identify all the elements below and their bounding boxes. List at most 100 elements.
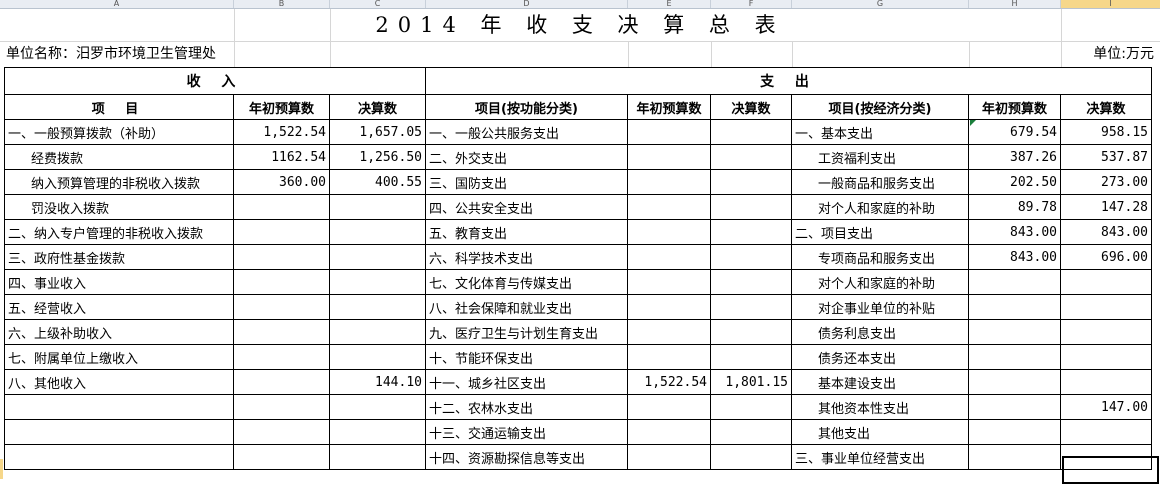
column-header-g[interactable]: G — [792, 0, 969, 8]
income-final-cell[interactable] — [329, 194, 426, 220]
income-section-header[interactable]: 收 入 — [4, 67, 426, 95]
income-final-cell[interactable] — [329, 219, 426, 245]
income-budget-cell[interactable] — [233, 394, 330, 420]
income-final-cell[interactable] — [329, 294, 426, 320]
function-final-cell[interactable] — [710, 344, 792, 370]
income-item-cell[interactable] — [4, 419, 234, 445]
function-final-cell[interactable] — [710, 269, 792, 295]
function-final-cell[interactable] — [710, 169, 792, 195]
income-final-cell[interactable]: 144.10 — [329, 369, 426, 395]
economic-item-cell[interactable]: 基本建设支出 — [791, 369, 969, 395]
function-budget-cell[interactable] — [627, 319, 711, 345]
economic-final-cell[interactable] — [1060, 369, 1152, 395]
function-item-cell[interactable]: 七、文化体育与传媒支出 — [425, 269, 628, 295]
income-item-cell[interactable]: 罚没收入拨款 — [4, 194, 234, 220]
income-budget-cell[interactable] — [233, 244, 330, 270]
unit-name-label[interactable]: 单位名称：汨罗市环境卫生管理处 — [6, 41, 216, 67]
income-item-cell[interactable]: 二、纳入专户管理的非税收入拨款 — [4, 219, 234, 245]
income-final-cell[interactable] — [329, 394, 426, 420]
economic-budget-cell[interactable] — [968, 419, 1061, 445]
economic-budget-cell[interactable] — [968, 319, 1061, 345]
function-item-cell[interactable]: 四、公共安全支出 — [425, 194, 628, 220]
column-header-h[interactable]: H — [969, 0, 1061, 8]
income-final-header[interactable]: 决算数 — [329, 94, 426, 120]
income-final-cell[interactable]: 1,256.50 — [329, 144, 426, 170]
function-item-cell[interactable]: 八、社会保障和就业支出 — [425, 294, 628, 320]
income-item-cell[interactable]: 六、上级补助收入 — [4, 319, 234, 345]
function-final-cell[interactable] — [710, 219, 792, 245]
economic-budget-cell[interactable] — [968, 394, 1061, 420]
economic-item-cell[interactable]: 对企事业单位的补贴 — [791, 294, 969, 320]
income-final-cell[interactable] — [329, 244, 426, 270]
economic-budget-cell[interactable]: 89.78 — [968, 194, 1061, 220]
income-budget-cell[interactable]: 1162.54 — [233, 144, 330, 170]
function-final-cell[interactable] — [710, 244, 792, 270]
economic-budget-cell[interactable] — [968, 444, 1061, 470]
function-final-cell[interactable] — [710, 444, 792, 470]
income-item-cell[interactable] — [4, 394, 234, 420]
economic-budget-header[interactable]: 年初预算数 — [968, 94, 1061, 120]
economic-budget-cell[interactable]: 843.00 — [968, 244, 1061, 270]
column-header-b[interactable]: B — [234, 0, 330, 8]
function-final-cell[interactable]: 1,801.15 — [710, 369, 792, 395]
economic-item-cell[interactable]: 一、基本支出 — [791, 119, 969, 145]
income-budget-cell[interactable] — [233, 419, 330, 445]
economic-budget-cell[interactable] — [968, 294, 1061, 320]
function-item-cell[interactable]: 十四、资源勘探信息等支出 — [425, 444, 628, 470]
economic-final-cell[interactable] — [1060, 319, 1152, 345]
economic-item-header[interactable]: 项目(按经济分类) — [791, 94, 969, 120]
economic-item-cell[interactable]: 债务利息支出 — [791, 319, 969, 345]
function-budget-cell[interactable]: 1,522.54 — [627, 369, 711, 395]
function-budget-cell[interactable] — [627, 394, 711, 420]
income-final-cell[interactable] — [329, 444, 426, 470]
function-item-cell[interactable]: 十二、农林水支出 — [425, 394, 628, 420]
function-item-cell[interactable]: 十三、交通运输支出 — [425, 419, 628, 445]
income-budget-cell[interactable] — [233, 194, 330, 220]
function-budget-header[interactable]: 年初预算数 — [627, 94, 711, 120]
income-item-header[interactable]: 项 目 — [4, 94, 234, 120]
income-budget-cell[interactable] — [233, 319, 330, 345]
income-budget-cell[interactable] — [233, 369, 330, 395]
income-budget-cell[interactable] — [233, 344, 330, 370]
economic-final-cell[interactable] — [1060, 419, 1152, 445]
economic-item-cell[interactable]: 专项商品和服务支出 — [791, 244, 969, 270]
function-final-cell[interactable] — [710, 144, 792, 170]
economic-final-cell[interactable] — [1060, 294, 1152, 320]
economic-item-cell[interactable]: 工资福利支出 — [791, 144, 969, 170]
economic-item-cell[interactable]: 债务还本支出 — [791, 344, 969, 370]
economic-budget-cell[interactable]: 843.00 — [968, 219, 1061, 245]
income-final-cell[interactable] — [329, 319, 426, 345]
column-header-a[interactable]: A — [0, 0, 234, 8]
economic-final-header[interactable]: 决算数 — [1060, 94, 1152, 120]
income-budget-cell[interactable] — [233, 294, 330, 320]
income-budget-header[interactable]: 年初预算数 — [233, 94, 330, 120]
income-item-cell[interactable]: 纳入预算管理的非税收入拨款 — [4, 169, 234, 195]
economic-item-cell[interactable]: 二、项目支出 — [791, 219, 969, 245]
column-header-e[interactable]: E — [628, 0, 711, 8]
income-item-cell[interactable]: 五、经营收入 — [4, 294, 234, 320]
function-item-cell[interactable]: 五、教育支出 — [425, 219, 628, 245]
economic-item-cell[interactable]: 对个人和家庭的补助 — [791, 194, 969, 220]
economic-budget-cell[interactable]: 202.50 — [968, 169, 1061, 195]
column-header-i[interactable]: I — [1061, 0, 1160, 8]
income-final-cell[interactable]: 1,657.05 — [329, 119, 426, 145]
function-item-cell[interactable]: 十一、城乡社区支出 — [425, 369, 628, 395]
income-item-cell[interactable] — [4, 444, 234, 470]
function-final-cell[interactable] — [710, 294, 792, 320]
function-final-cell[interactable] — [710, 319, 792, 345]
function-final-cell[interactable] — [710, 419, 792, 445]
economic-final-cell[interactable]: 696.00 — [1060, 244, 1152, 270]
function-item-cell[interactable]: 二、外交支出 — [425, 144, 628, 170]
income-item-cell[interactable]: 七、附属单位上缴收入 — [4, 344, 234, 370]
function-item-cell[interactable]: 三、国防支出 — [425, 169, 628, 195]
income-budget-cell[interactable]: 360.00 — [233, 169, 330, 195]
income-final-cell[interactable] — [329, 269, 426, 295]
function-budget-cell[interactable] — [627, 144, 711, 170]
function-budget-cell[interactable] — [627, 194, 711, 220]
function-item-cell[interactable]: 十、节能环保支出 — [425, 344, 628, 370]
function-budget-cell[interactable] — [627, 294, 711, 320]
unit-label[interactable]: 单位:万元 — [1093, 41, 1154, 67]
income-budget-cell[interactable] — [233, 444, 330, 470]
economic-budget-cell[interactable] — [968, 269, 1061, 295]
income-final-cell[interactable] — [329, 419, 426, 445]
